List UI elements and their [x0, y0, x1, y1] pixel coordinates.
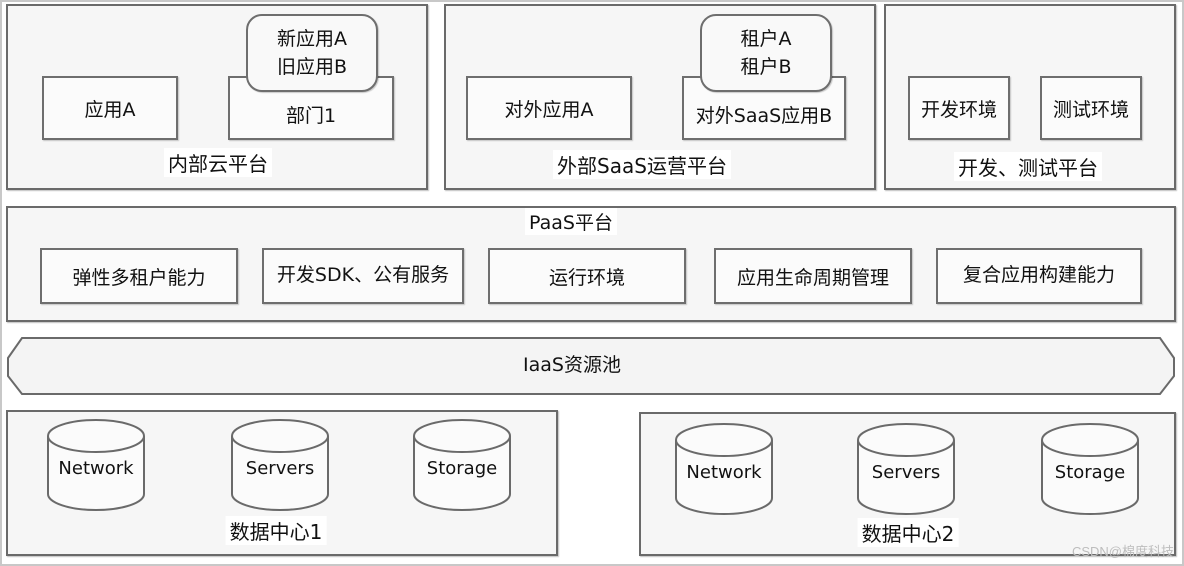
datacenter-1-storage: Storage: [412, 418, 512, 514]
external-app-a-label: 对外应用A: [504, 98, 594, 121]
paas-capability-label: 应用生命周期管理: [736, 266, 889, 289]
paas-capability-sdk: 开发SDK、公有服务: [262, 248, 464, 304]
app-a-box: 应用A: [42, 76, 178, 140]
internal-cloud-title: 内部云平台: [164, 148, 272, 177]
paas-capability-lifecycle: 应用生命周期管理: [714, 248, 912, 304]
old-app-b-label: 旧应用B: [276, 56, 348, 78]
dev-test-title: 开发、测试平台: [954, 152, 1102, 181]
external-app-a-box: 对外应用A: [466, 76, 632, 140]
paas-capability-label: 弹性多租户能力: [72, 266, 206, 289]
new-app-a-label: 新应用A: [277, 28, 347, 50]
datacenter-1-servers: Servers: [230, 418, 330, 514]
paas-capability-label: 开发SDK、公有服务: [276, 264, 450, 286]
paas-capability-multitenancy: 弹性多租户能力: [40, 248, 238, 304]
iaas-title: IaaS资源池: [519, 350, 625, 377]
test-environment-box: 测试环境: [1040, 76, 1142, 140]
resource-label: Network: [686, 462, 762, 483]
paas-title: PaaS平台: [525, 208, 617, 235]
app-a-label: 应用A: [84, 98, 136, 121]
tenant-a-label: 租户A: [740, 28, 792, 50]
resource-label: Storage: [1054, 462, 1126, 483]
external-saas-title: 外部SaaS运营平台: [553, 150, 731, 179]
paas-capability-composite: 复合应用构建能力: [936, 248, 1142, 304]
paas-capability-label: 运行环境: [548, 266, 625, 289]
datacenter-1-title: 数据中心1: [225, 516, 327, 545]
resource-label: Storage: [426, 458, 498, 479]
tenant-b-label: 租户B: [740, 56, 792, 78]
external-saas-app-b-label: 对外SaaS应用B: [695, 105, 833, 127]
tenants-box: 租户A 租户B: [700, 14, 832, 92]
datacenter-2-storage: Storage: [1040, 422, 1140, 518]
datacenter-2-servers: Servers: [856, 422, 956, 518]
watermark: CSDN@棉度科技: [1071, 544, 1174, 559]
paas-capability-runtime: 运行环境: [488, 248, 686, 304]
department-1-label: 部门1: [285, 105, 337, 127]
resource-label: Servers: [871, 462, 941, 483]
dev-environment-box: 开发环境: [908, 76, 1010, 140]
resource-label: Servers: [245, 458, 315, 479]
datacenter-2-network: Network: [674, 422, 774, 518]
paas-capability-label: 复合应用构建能力: [962, 264, 1115, 286]
department-apps-box: 新应用A 旧应用B: [246, 14, 378, 92]
resource-label: Network: [58, 458, 134, 479]
datacenter-1-network: Network: [46, 418, 146, 514]
dev-environment-label: 开发环境: [920, 98, 997, 121]
test-environment-label: 测试环境: [1052, 98, 1129, 121]
datacenter-2-title: 数据中心2: [857, 518, 959, 547]
